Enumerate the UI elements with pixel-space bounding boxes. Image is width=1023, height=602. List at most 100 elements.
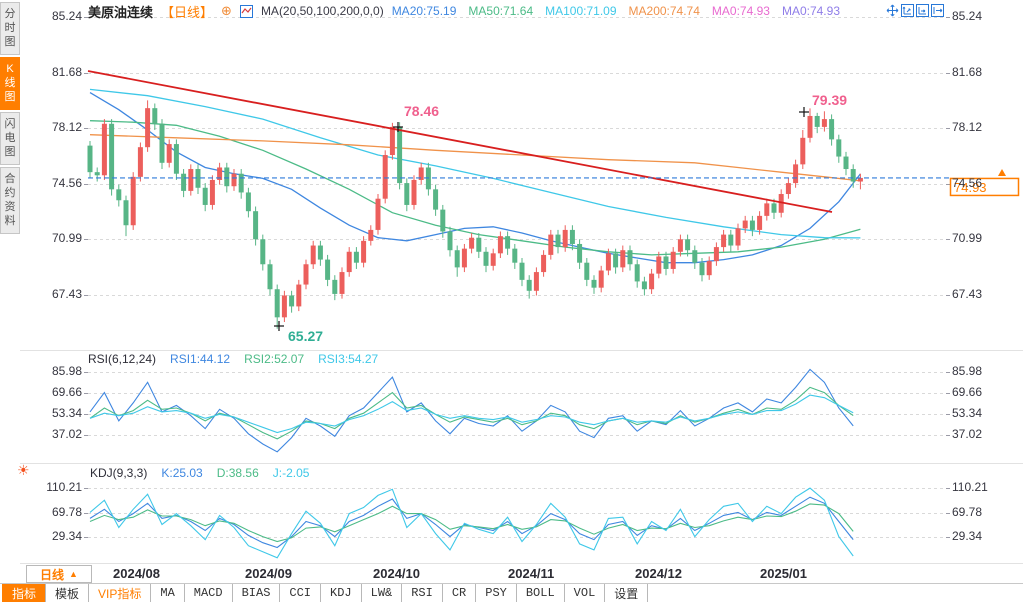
ma-value: MA200:74.74 — [628, 4, 700, 18]
sidebar-tab-K线图[interactable]: K线图 — [0, 57, 20, 110]
rsi-title[interactable]: RSI(6,12,24) — [88, 352, 156, 366]
candle — [533, 272, 539, 291]
kdj-title[interactable]: KDJ(9,3,3) — [90, 466, 147, 480]
candle — [166, 144, 172, 163]
price-axis-label: 85.98 — [952, 364, 983, 378]
mini-chart-icon[interactable] — [239, 4, 253, 18]
sidebar-tab-闪电图[interactable]: 闪电图 — [0, 112, 20, 165]
candle — [641, 281, 647, 290]
kdj-pane[interactable] — [89, 487, 854, 559]
price-chart-canvas[interactable]: 74.9378.4679.3965.27 — [0, 0, 1023, 602]
kdj-value: J:-2.05 — [272, 466, 310, 480]
candle — [562, 229, 568, 248]
price-axis-label: 110.21 — [46, 480, 82, 494]
candle — [353, 251, 359, 263]
candle — [404, 183, 410, 205]
price-axis-label: 53.34 — [51, 406, 82, 420]
candle — [476, 237, 482, 252]
pan-icon[interactable] — [886, 4, 899, 17]
toolbar-tab-MACD[interactable]: MACD — [183, 584, 233, 602]
add-indicator-icon[interactable]: ⊕ — [221, 3, 232, 19]
toolbar-tab-LW&[interactable]: LW& — [360, 584, 403, 602]
price-axis-label: 81.68 — [952, 64, 983, 79]
candle — [757, 215, 763, 230]
drawn-trendline[interactable] — [87, 70, 833, 213]
toolbar-tab-CR[interactable]: CR — [441, 584, 477, 602]
toolbar-tab-PSY[interactable]: PSY — [475, 584, 517, 602]
candle — [303, 264, 309, 285]
sidebar-tab-分时图[interactable]: 分时图 — [0, 2, 20, 55]
candle — [800, 137, 806, 165]
ma-formula-label[interactable]: MA(20,50,100,200,0,0) — [261, 4, 384, 18]
instrument-title: 美原油连续 — [88, 4, 154, 20]
candle — [843, 156, 849, 170]
candle — [130, 176, 136, 226]
toolbar-tab-VIP指标[interactable]: VIP指标 — [88, 584, 152, 602]
x-axis-date-label: 2024/09 — [245, 566, 292, 581]
price-axis-label: 69.66 — [952, 385, 983, 399]
candle — [397, 126, 403, 184]
toolbar-tab-VOL[interactable]: VOL — [563, 584, 606, 602]
rsi-pane-line-RSI3 — [89, 394, 854, 434]
candle — [821, 119, 827, 127]
toolbar-tab-MA[interactable]: MA — [150, 584, 185, 602]
chart-toolbox — [886, 4, 944, 17]
toolbar-tab-模板[interactable]: 模板 — [45, 584, 90, 602]
toolbar-tab-BOLL[interactable]: BOLL — [515, 584, 565, 602]
axis-scale-icon[interactable] — [901, 4, 914, 17]
candle — [814, 115, 820, 127]
candle — [440, 209, 446, 232]
price-axis-label: 85.24 — [51, 9, 82, 23]
candle — [87, 145, 93, 173]
main-price-pane[interactable] — [87, 70, 863, 329]
price-axis-label: 70.99 — [51, 231, 82, 246]
rsi-value: RSI3:54.27 — [318, 352, 379, 366]
candle — [368, 229, 374, 241]
candle — [713, 247, 719, 262]
candle — [94, 172, 100, 176]
brightness-icon[interactable]: ☀ — [17, 462, 30, 479]
candle — [274, 289, 280, 318]
candle — [411, 179, 417, 205]
candle — [483, 251, 489, 266]
price-axis-label: 81.68 — [51, 64, 82, 79]
toolbar-tab-RSI[interactable]: RSI — [401, 584, 443, 602]
sidebar-tab-合约资料[interactable]: 合约资料 — [0, 167, 20, 234]
candle — [850, 169, 856, 182]
price-axis-label: 74.56 — [952, 175, 983, 190]
toolbar-tab-BIAS[interactable]: BIAS — [231, 584, 281, 602]
candle — [238, 173, 244, 193]
candle — [339, 272, 345, 294]
rsi-values-row: RSI1:44.12 RSI2:52.07 RSI3:54.27 — [170, 352, 378, 366]
toolbar-tab-指标[interactable]: 指标 — [2, 584, 47, 602]
period-tag[interactable]: 【日线】 — [161, 2, 213, 21]
candle — [382, 154, 388, 199]
price-axis-label: 37.02 — [51, 427, 82, 441]
shift-right-icon[interactable] — [931, 4, 944, 17]
price-axis-label: 74.56 — [51, 175, 82, 190]
candle — [569, 229, 575, 244]
toolbar-tab-CCI[interactable]: CCI — [279, 584, 322, 602]
toolbar-tab-KDJ[interactable]: KDJ — [320, 584, 362, 602]
candle — [505, 236, 511, 249]
period-selector[interactable]: 日线 ▲ — [26, 565, 92, 583]
rsi-pane[interactable] — [89, 368, 854, 453]
candle — [656, 256, 662, 274]
toolbar-tab-设置[interactable]: 设置 — [604, 584, 649, 602]
axis-expand-icon[interactable] — [916, 4, 929, 17]
candle — [605, 253, 611, 271]
candle — [613, 253, 619, 268]
candle — [591, 279, 597, 288]
candle — [181, 173, 187, 191]
candle — [735, 228, 741, 246]
candle — [742, 220, 748, 229]
candle — [555, 234, 561, 248]
candle — [332, 279, 338, 294]
candle — [433, 189, 439, 210]
price-axis-label: 37.02 — [952, 427, 983, 441]
candle — [469, 237, 475, 249]
candle — [677, 239, 683, 252]
price-axis-label: 69.66 — [51, 385, 82, 399]
candles-group — [87, 100, 863, 329]
rsi-value: RSI1:44.12 — [170, 352, 231, 366]
